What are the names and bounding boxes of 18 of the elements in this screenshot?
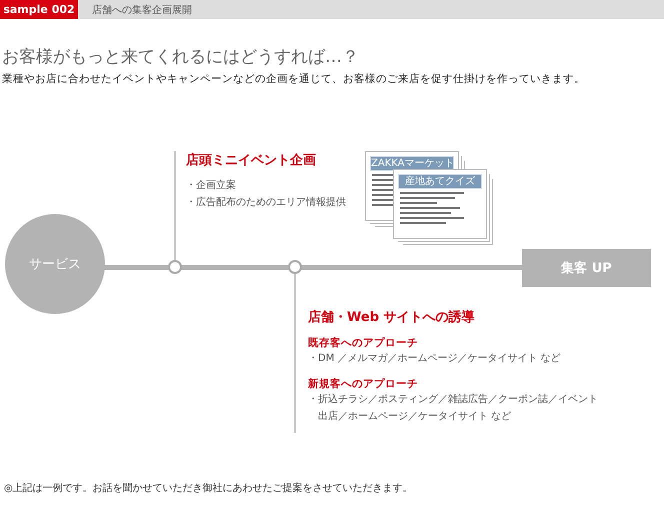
bullet-item: ・企画立案 <box>186 178 237 193</box>
lead-text: 業種やお店に合わせたイベントやキャンペーンなどの企画を通じて、お客様のご来店を促す仕掛けを作っていきます。 <box>2 72 586 86</box>
headline: お客様がもっと来てくれるにはどうすれば…？ <box>2 46 360 68</box>
service-circle: サービス <box>5 214 105 314</box>
header-title: 店舗への集客企画展開 <box>91 4 192 18</box>
sample-badge: sample 002 <box>0 0 78 19</box>
group-heading: 既存客へのアプローチ <box>308 336 419 350</box>
bullet-item: ・DM ／メルマガ／ホームページ／ケータイサイト など <box>308 352 562 366</box>
flow-node <box>168 260 182 274</box>
bullet-item: ・広告配布のためのエリア情報提供 <box>186 196 346 210</box>
flow-node <box>288 260 302 274</box>
document-title: ZAKKAマーケット <box>370 156 454 171</box>
branch-title: 店舗・Web サイトへの誘導 <box>308 308 476 326</box>
document-title: 産地あてクイズ <box>398 174 482 189</box>
bullet-item: ・折込チラシ／ポスティング／雑誌広告／クーポン誌／イベント出店／ホームページ／ケータイサイト など <box>308 392 598 424</box>
footnote: ◎上記は一例です。お話を聞かせていただき御社にあわせたご提案をさせていただきます。 <box>4 482 414 496</box>
branch-title: 店頭ミニイベント企画 <box>186 152 317 169</box>
group-heading: 新規客へのアプローチ <box>308 377 419 391</box>
